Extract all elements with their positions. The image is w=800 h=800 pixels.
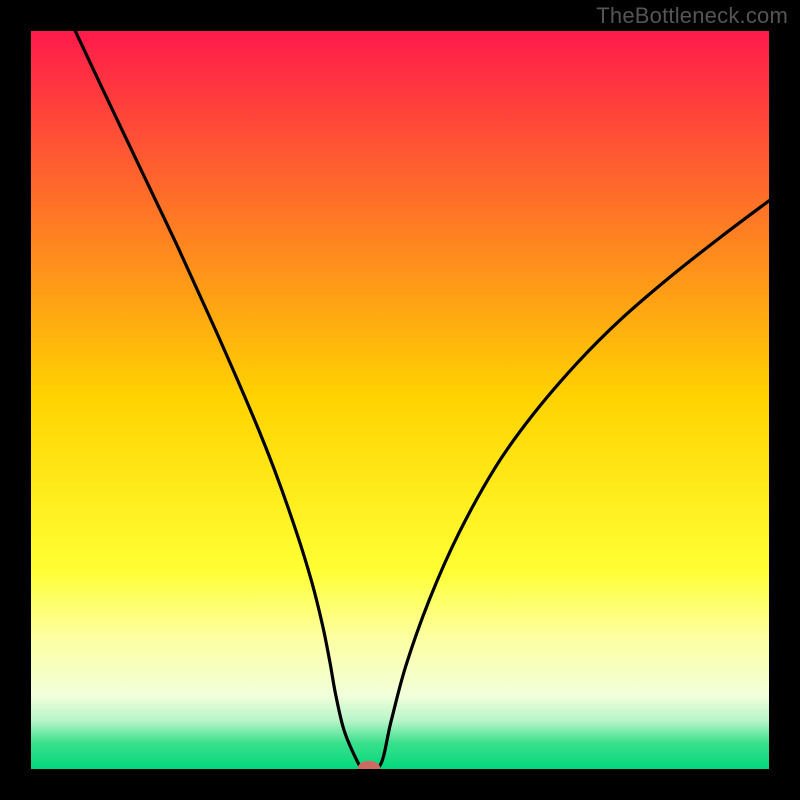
chart-svg (31, 31, 769, 769)
gradient-background (31, 31, 769, 769)
chart-frame: TheBottleneck.com (0, 0, 800, 800)
plot-area (31, 31, 769, 769)
watermark-text: TheBottleneck.com (596, 3, 788, 29)
